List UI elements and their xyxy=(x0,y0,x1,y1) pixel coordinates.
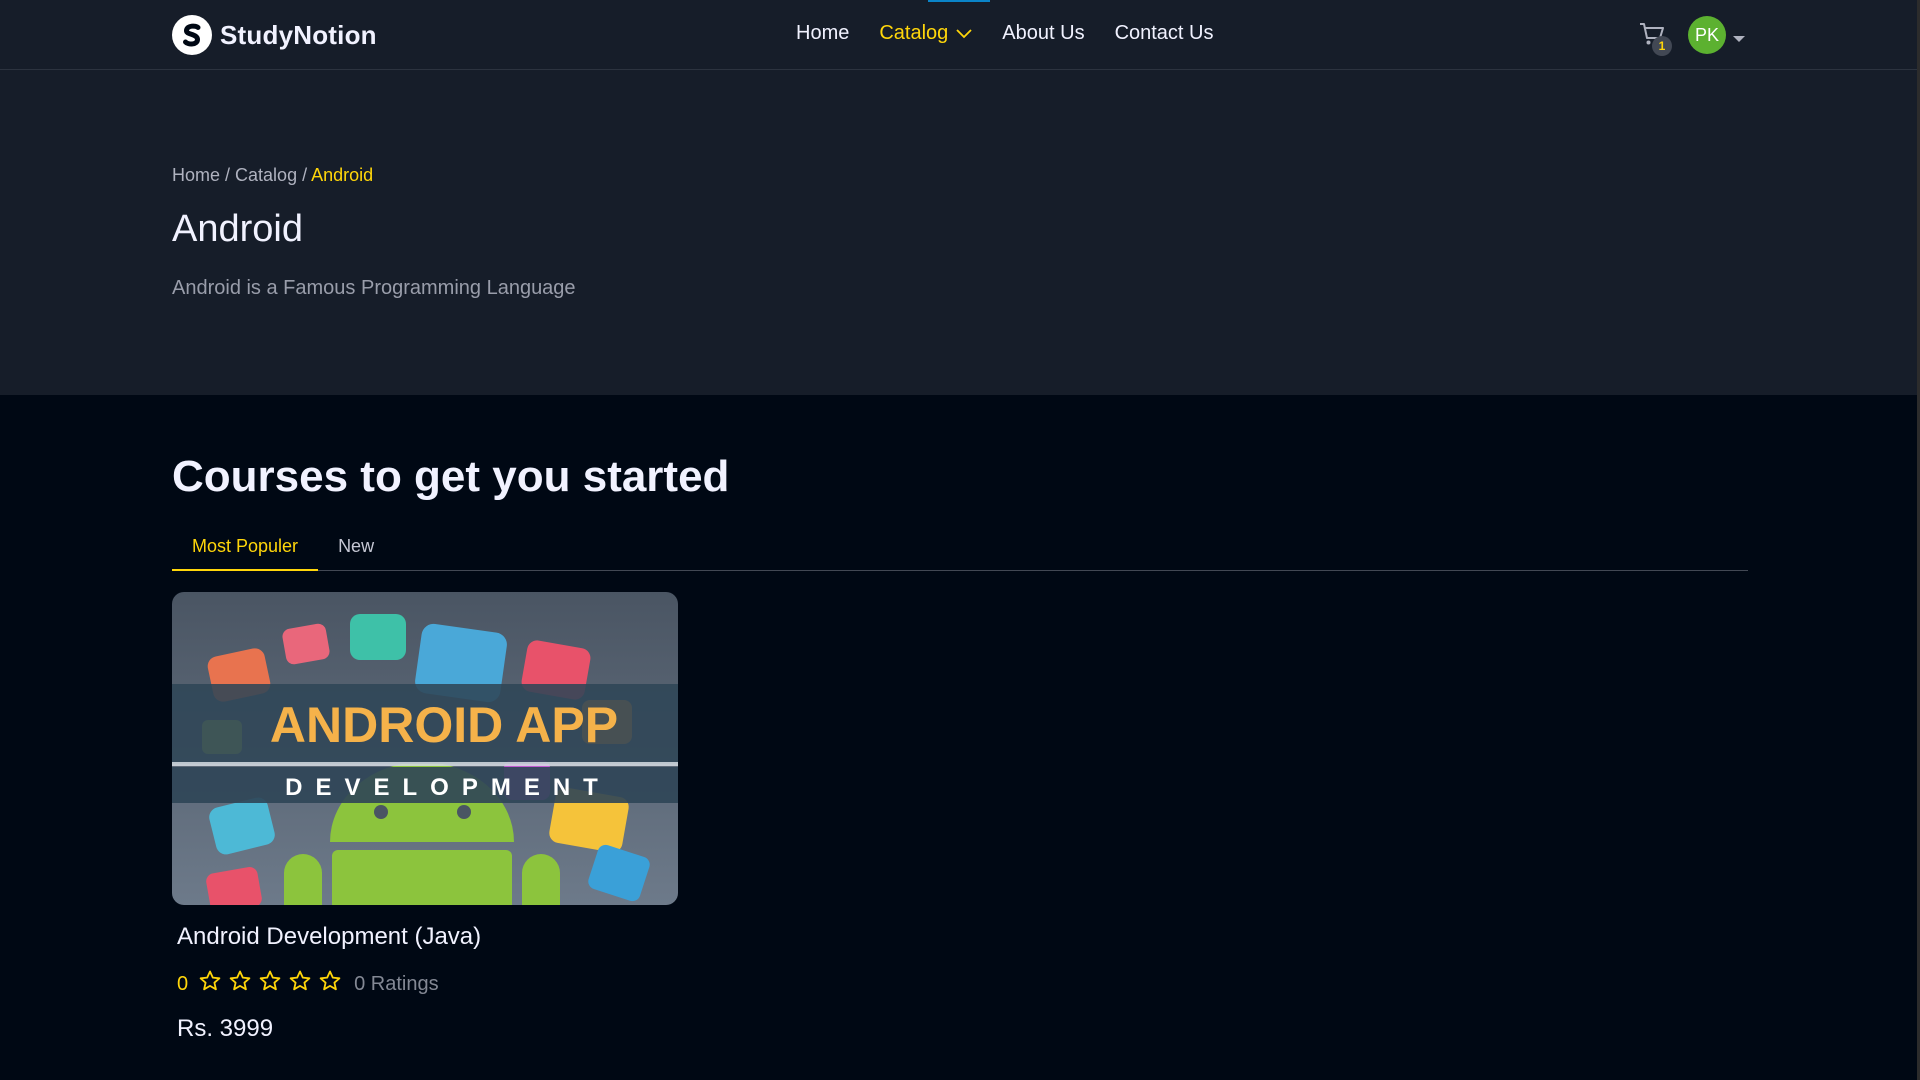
nav-contact[interactable]: Contact Us xyxy=(1115,22,1214,45)
nav-links: Home Catalog About Us Contact Us xyxy=(796,22,1214,45)
rating-count: 0 Ratings xyxy=(354,972,439,995)
category-hero: Home / Catalog / Android Android Android… xyxy=(0,70,1920,395)
nav-about[interactable]: About Us xyxy=(1002,22,1084,45)
tab-most-popular[interactable]: Most Populer xyxy=(172,533,319,571)
rating-value: 0 xyxy=(177,972,189,995)
star-outline-icon xyxy=(288,969,312,999)
avatar[interactable]: PK xyxy=(1688,16,1726,54)
breadcrumb: Home / Catalog / Android xyxy=(172,165,373,186)
cart-button[interactable]: 1 xyxy=(1638,20,1672,56)
category-description: Android is a Famous Programming Language xyxy=(172,277,576,299)
section-heading: Courses to get you started xyxy=(172,452,730,501)
rating-row: 0 0 Ratings xyxy=(177,969,678,999)
star-outline-icon xyxy=(258,969,282,999)
nav-home[interactable]: Home xyxy=(796,22,849,45)
star-outline-icon xyxy=(198,969,222,999)
navbar: StudyNotion Home Catalog About Us Contac… xyxy=(0,0,1920,70)
thumbnail-subtitle: DEVELOPMENT xyxy=(285,774,611,801)
course-thumbnail: ANDROID APP DEVELOPMENT xyxy=(172,592,678,905)
course-card[interactable]: ANDROID APP DEVELOPMENT Android Developm… xyxy=(172,592,678,1043)
logo[interactable]: StudyNotion xyxy=(172,14,377,56)
nav-indicator xyxy=(928,0,990,2)
breadcrumb-current: Android xyxy=(311,165,374,185)
course-tabs: Most Populer New xyxy=(172,533,1748,571)
course-title[interactable]: Android Development (Java) xyxy=(177,923,678,951)
star-rating xyxy=(198,969,348,999)
thumbnail-title: ANDROID APP xyxy=(270,697,618,753)
chevron-down-icon xyxy=(956,22,972,45)
logo-icon xyxy=(172,15,212,55)
nav-catalog[interactable]: Catalog xyxy=(879,22,972,45)
breadcrumb-catalog[interactable]: Catalog xyxy=(235,165,297,185)
breadcrumb-home[interactable]: Home xyxy=(172,165,220,185)
tab-new[interactable]: New xyxy=(318,533,394,571)
star-outline-icon xyxy=(228,969,252,999)
logo-text: StudyNotion xyxy=(220,19,377,50)
course-price: Rs. 3999 xyxy=(177,1015,274,1042)
caret-down-icon[interactable] xyxy=(1732,30,1746,48)
breadcrumb-separator: / xyxy=(297,165,312,185)
breadcrumb-separator: / xyxy=(220,165,236,185)
nav-catalog-label: Catalog xyxy=(879,22,949,44)
star-outline-icon xyxy=(318,969,342,999)
cart-count-badge: 1 xyxy=(1652,36,1672,56)
page-title: Android xyxy=(172,208,303,250)
